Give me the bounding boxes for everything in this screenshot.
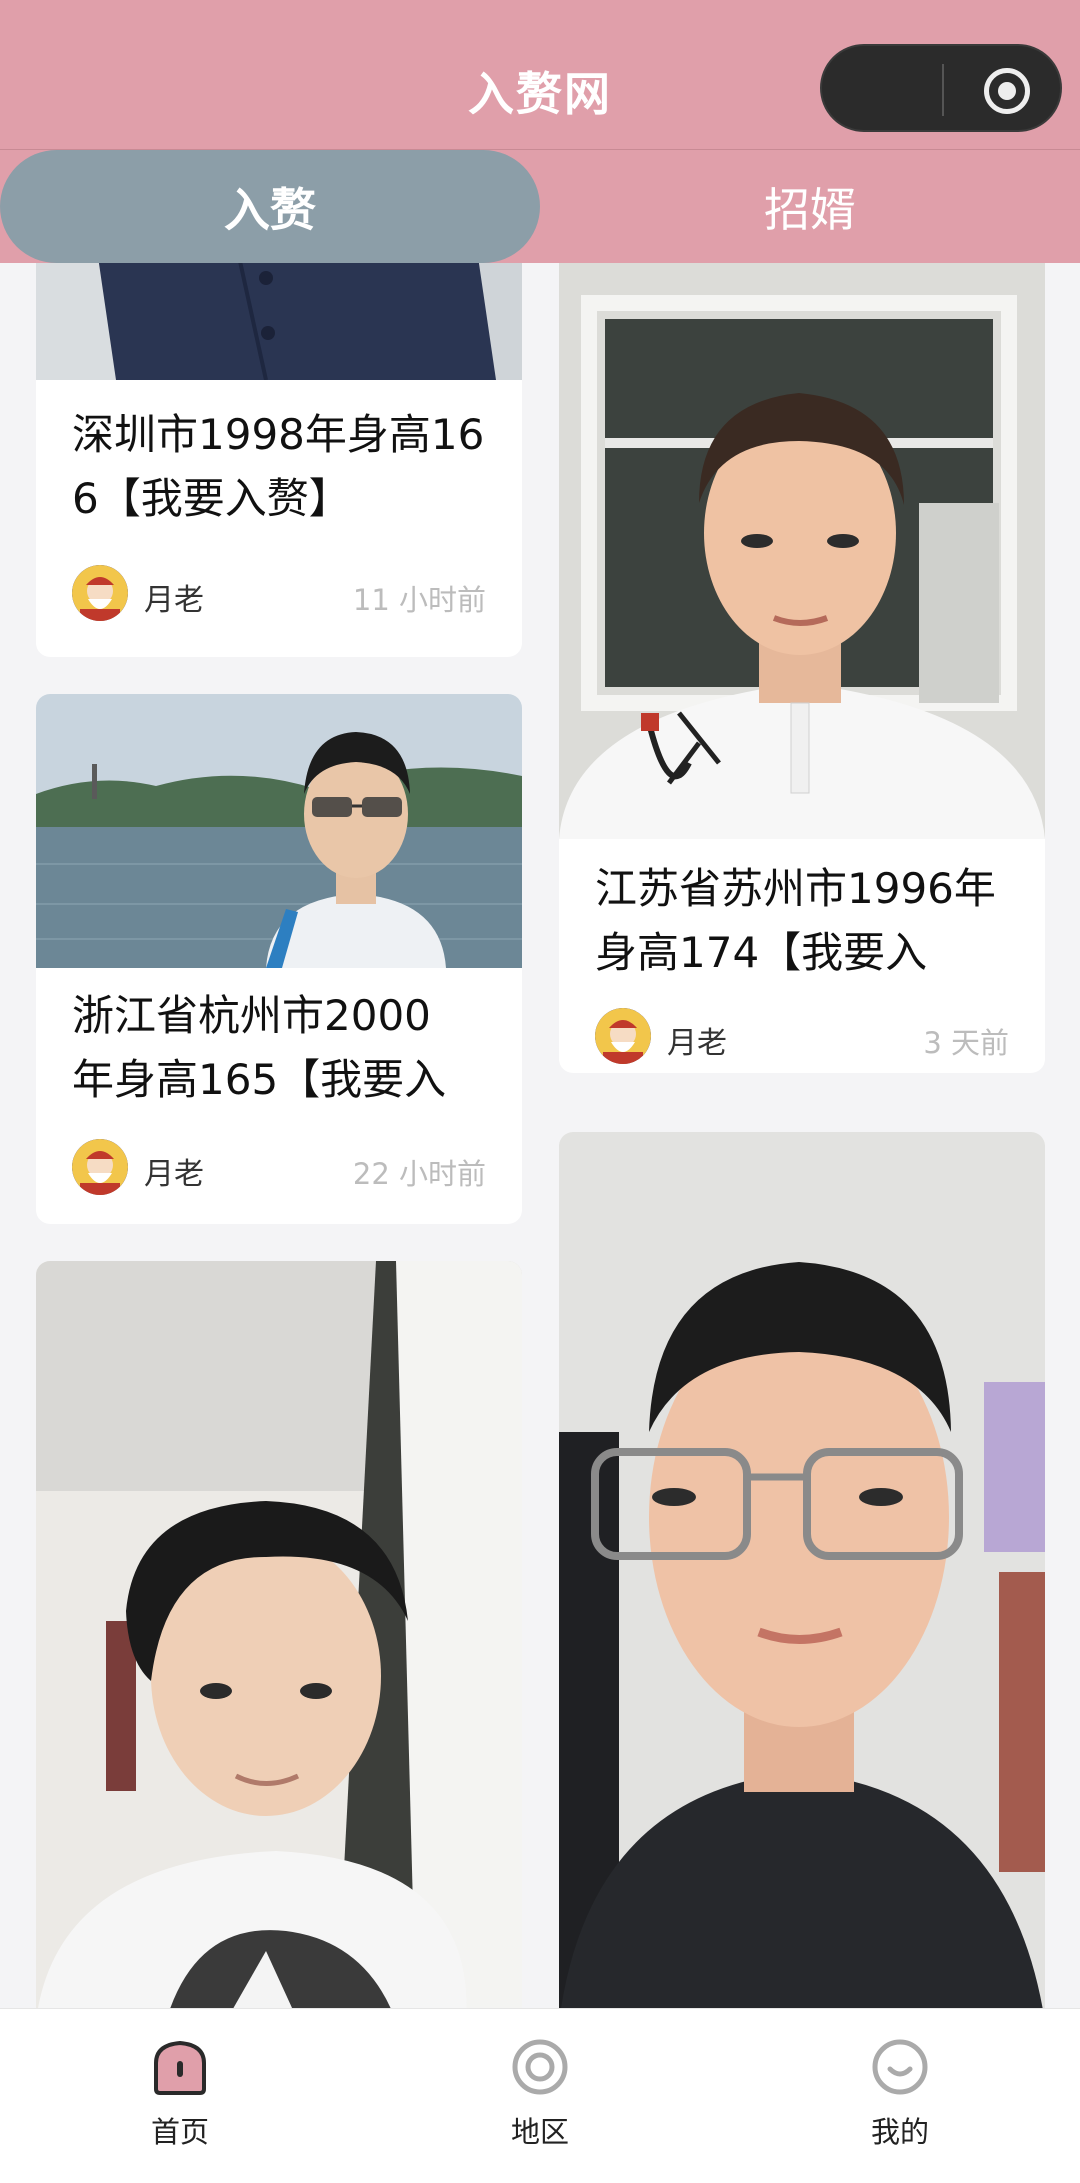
author-avatar xyxy=(72,565,128,621)
post-card[interactable]: 浙江省杭州市2000 年身高165【我要入 月老 22 小时前 xyxy=(36,694,522,1224)
tab-bar: 入赘 招婿 xyxy=(0,150,1080,263)
post-photo xyxy=(36,1261,522,2008)
post-meta: 月老 22 小时前 xyxy=(72,1139,486,1195)
nav-label: 地区 xyxy=(510,2115,569,2149)
post-photo xyxy=(559,1132,1045,2008)
tab-zhaoxu[interactable]: 招婿 xyxy=(540,150,1080,263)
home-icon xyxy=(154,2040,206,2095)
post-title: 江苏省苏州市1996年 身高174【我要入 xyxy=(595,864,996,977)
post-card[interactable] xyxy=(36,1261,522,2008)
nav-home[interactable]: 首页 xyxy=(80,2027,280,2167)
region-icon xyxy=(512,2039,568,2095)
post-card[interactable]: 江苏省苏州市1996年 身高174【我要入 月老 3 天前 xyxy=(559,263,1045,1073)
header-bar: 入赘网 xyxy=(0,0,1080,150)
nav-region[interactable]: 地区 xyxy=(440,2027,640,2167)
author-avatar xyxy=(72,1139,128,1195)
post-title: 深圳市1998年身高16 6【我要入赘】 xyxy=(72,410,485,523)
post-photo xyxy=(36,694,522,968)
post-card[interactable] xyxy=(559,1132,1045,2008)
post-photo xyxy=(559,263,1045,839)
bottom-nav: 首页 地区 我的 xyxy=(0,2008,1080,2183)
more-icon[interactable] xyxy=(858,72,918,108)
author-name: 月老 xyxy=(144,1157,204,1192)
post-time: 11 小时前 xyxy=(352,583,486,617)
profile-icon xyxy=(872,2039,928,2095)
post-time: 22 小时前 xyxy=(352,1157,486,1191)
capsule-divider xyxy=(942,64,944,116)
tab-ruzhui[interactable]: 入赘 xyxy=(0,150,540,263)
post-title: 浙江省杭州市2000 年身高165【我要入 xyxy=(72,991,447,1104)
nav-label: 首页 xyxy=(150,2115,209,2149)
nav-profile[interactable]: 我的 xyxy=(800,2027,1000,2167)
author-avatar xyxy=(595,1008,651,1064)
author-name: 月老 xyxy=(144,583,204,618)
close-icon[interactable] xyxy=(984,68,1030,114)
post-time: 3 天前 xyxy=(923,1026,1009,1060)
author-name: 月老 xyxy=(667,1026,727,1061)
post-meta: 月老 3 天前 xyxy=(595,1008,1009,1064)
miniprogram-capsule xyxy=(820,44,1062,132)
nav-label: 我的 xyxy=(870,2115,929,2149)
post-meta: 月老 11 小时前 xyxy=(72,565,486,621)
post-photo xyxy=(36,263,522,380)
post-feed: 深圳市1998年身高16 6【我要入赘】 月老 11 小时前 浙江省杭州市200… xyxy=(0,263,1080,2008)
post-card[interactable]: 深圳市1998年身高16 6【我要入赘】 月老 11 小时前 xyxy=(36,263,522,657)
